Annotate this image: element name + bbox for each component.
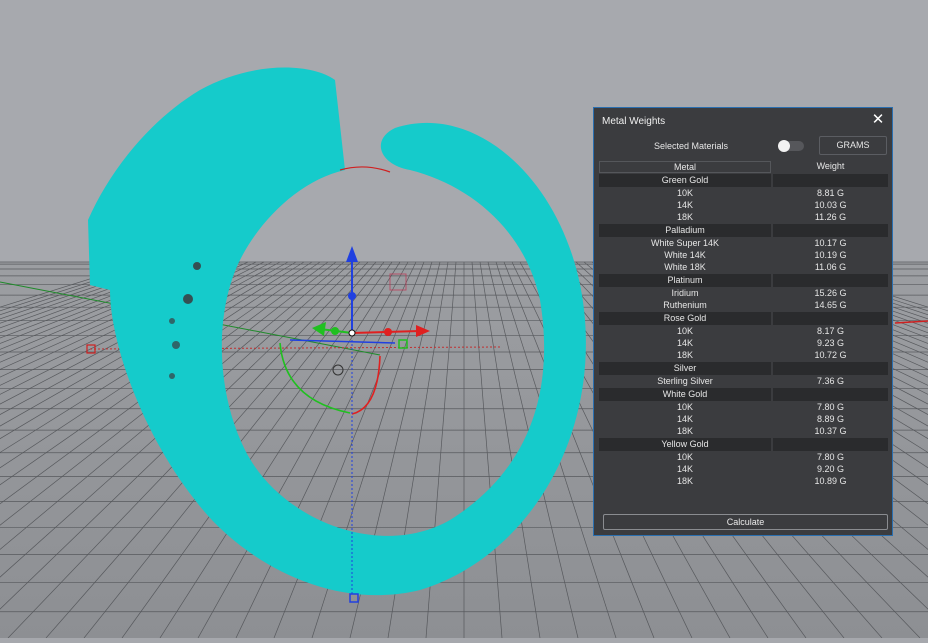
metal-cell: 18K	[676, 476, 693, 486]
panel-titlebar[interactable]: Metal Weights ✕	[594, 108, 892, 134]
group-name: White Gold	[662, 389, 708, 399]
group-name: Green Gold	[661, 175, 709, 185]
table-row[interactable]: Sterling Silver 7.36 G	[599, 375, 888, 387]
group-header[interactable]: White Gold	[599, 388, 888, 401]
group-name: Yellow Gold	[661, 439, 709, 449]
metal-cell: 10K	[676, 188, 693, 198]
metal-cell: Ruthenium	[663, 300, 707, 310]
column-separator	[771, 388, 773, 401]
group-header[interactable]: Green Gold	[599, 174, 888, 187]
table-row[interactable]: White Super 14K 10.17 G	[599, 237, 888, 249]
metal-cell: 10K	[676, 452, 693, 462]
table-row[interactable]: 14K 9.20 G	[599, 463, 888, 475]
table-row[interactable]: 18K 10.72 G	[599, 349, 888, 361]
metal-cell: 14K	[676, 464, 693, 474]
weight-cell: 8.89 G	[816, 414, 845, 424]
table-row[interactable]: White 18K 11.06 G	[599, 261, 888, 273]
metal-weights-panel: Metal Weights ✕ Selected Materials GRAMS…	[593, 107, 893, 536]
metal-cell: Sterling Silver	[657, 376, 713, 386]
weight-cell: 14.65 G	[814, 300, 847, 310]
metal-cell: 14K	[676, 200, 693, 210]
header-weight[interactable]: Weight	[773, 161, 888, 173]
table-row[interactable]: 10K 7.80 G	[599, 401, 888, 413]
weight-cell: 9.23 G	[816, 338, 845, 348]
group-name: Platinum	[667, 275, 703, 285]
metal-cell: 10K	[676, 326, 693, 336]
column-separator	[771, 274, 773, 287]
metal-cell: 14K	[676, 414, 693, 424]
metal-cell: 18K	[676, 426, 693, 436]
group-name: Rose Gold	[663, 313, 707, 323]
table-row[interactable]: 18K 10.37 G	[599, 425, 888, 437]
weight-cell: 10.03 G	[814, 200, 847, 210]
metal-cell: Iridium	[671, 288, 699, 298]
weight-cell: 10.17 G	[814, 238, 847, 248]
group-header[interactable]: Silver	[599, 362, 888, 375]
table-row[interactable]: 14K 8.89 G	[599, 413, 888, 425]
table-header: Metal Weight	[599, 161, 888, 173]
panel-title: Metal Weights	[602, 116, 666, 127]
column-separator	[771, 224, 773, 237]
selected-materials-toggle[interactable]	[778, 140, 804, 152]
group-header[interactable]: Yellow Gold	[599, 438, 888, 451]
metal-cell: 14K	[676, 338, 693, 348]
weight-cell: 7.80 G	[816, 402, 845, 412]
weights-table: Metal Weight Green Gold 10K 8.81 G 14K 10.03…	[599, 161, 888, 487]
weight-cell: 11.06 G	[814, 262, 847, 272]
column-separator	[771, 174, 773, 187]
table-row[interactable]: 14K 10.03 G	[599, 199, 888, 211]
table-row[interactable]: 10K 8.81 G	[599, 187, 888, 199]
table-row[interactable]: Iridium 15.26 G	[599, 287, 888, 299]
metal-cell: 10K	[676, 402, 693, 412]
weight-cell: 15.26 G	[814, 288, 847, 298]
toggle-knob	[778, 140, 790, 152]
weight-cell: 11.26 G	[814, 212, 847, 222]
weight-cell: 10.72 G	[814, 350, 847, 360]
weight-cell: 8.81 G	[816, 188, 845, 198]
group-header[interactable]: Rose Gold	[599, 312, 888, 325]
column-separator	[771, 312, 773, 325]
group-header[interactable]: Platinum	[599, 274, 888, 287]
metal-cell: 18K	[676, 350, 693, 360]
units-button[interactable]: GRAMS	[819, 136, 887, 155]
calculate-button[interactable]: Calculate	[603, 514, 888, 530]
weight-cell: 10.89 G	[814, 476, 847, 486]
header-metal[interactable]: Metal	[599, 161, 771, 173]
selected-materials-label: Selected Materials	[654, 141, 729, 151]
group-name: Silver	[673, 363, 697, 373]
close-icon[interactable]: ✕	[870, 112, 886, 128]
table-row[interactable]: 18K 11.26 G	[599, 211, 888, 223]
metal-cell: White 18K	[664, 262, 706, 272]
table-row[interactable]: Ruthenium 14.65 G	[599, 299, 888, 311]
weight-cell: 8.17 G	[816, 326, 845, 336]
metal-cell: White 14K	[664, 250, 706, 260]
table-row[interactable]: 10K 8.17 G	[599, 325, 888, 337]
weight-cell: 10.19 G	[814, 250, 847, 260]
group-name: Palladium	[665, 225, 705, 235]
table-row[interactable]: 10K 7.80 G	[599, 451, 888, 463]
column-separator	[771, 438, 773, 451]
table-row[interactable]: White 14K 10.19 G	[599, 249, 888, 261]
weight-cell: 7.80 G	[816, 452, 845, 462]
table-row[interactable]: 14K 9.23 G	[599, 337, 888, 349]
column-separator	[771, 362, 773, 375]
weight-cell: 10.37 G	[814, 426, 847, 436]
metal-cell: White Super 14K	[650, 238, 720, 248]
table-row[interactable]: 18K 10.89 G	[599, 475, 888, 487]
metal-cell: 18K	[676, 212, 693, 222]
weight-cell: 9.20 G	[816, 464, 845, 474]
weight-cell: 7.36 G	[816, 376, 845, 386]
group-header[interactable]: Palladium	[599, 224, 888, 237]
